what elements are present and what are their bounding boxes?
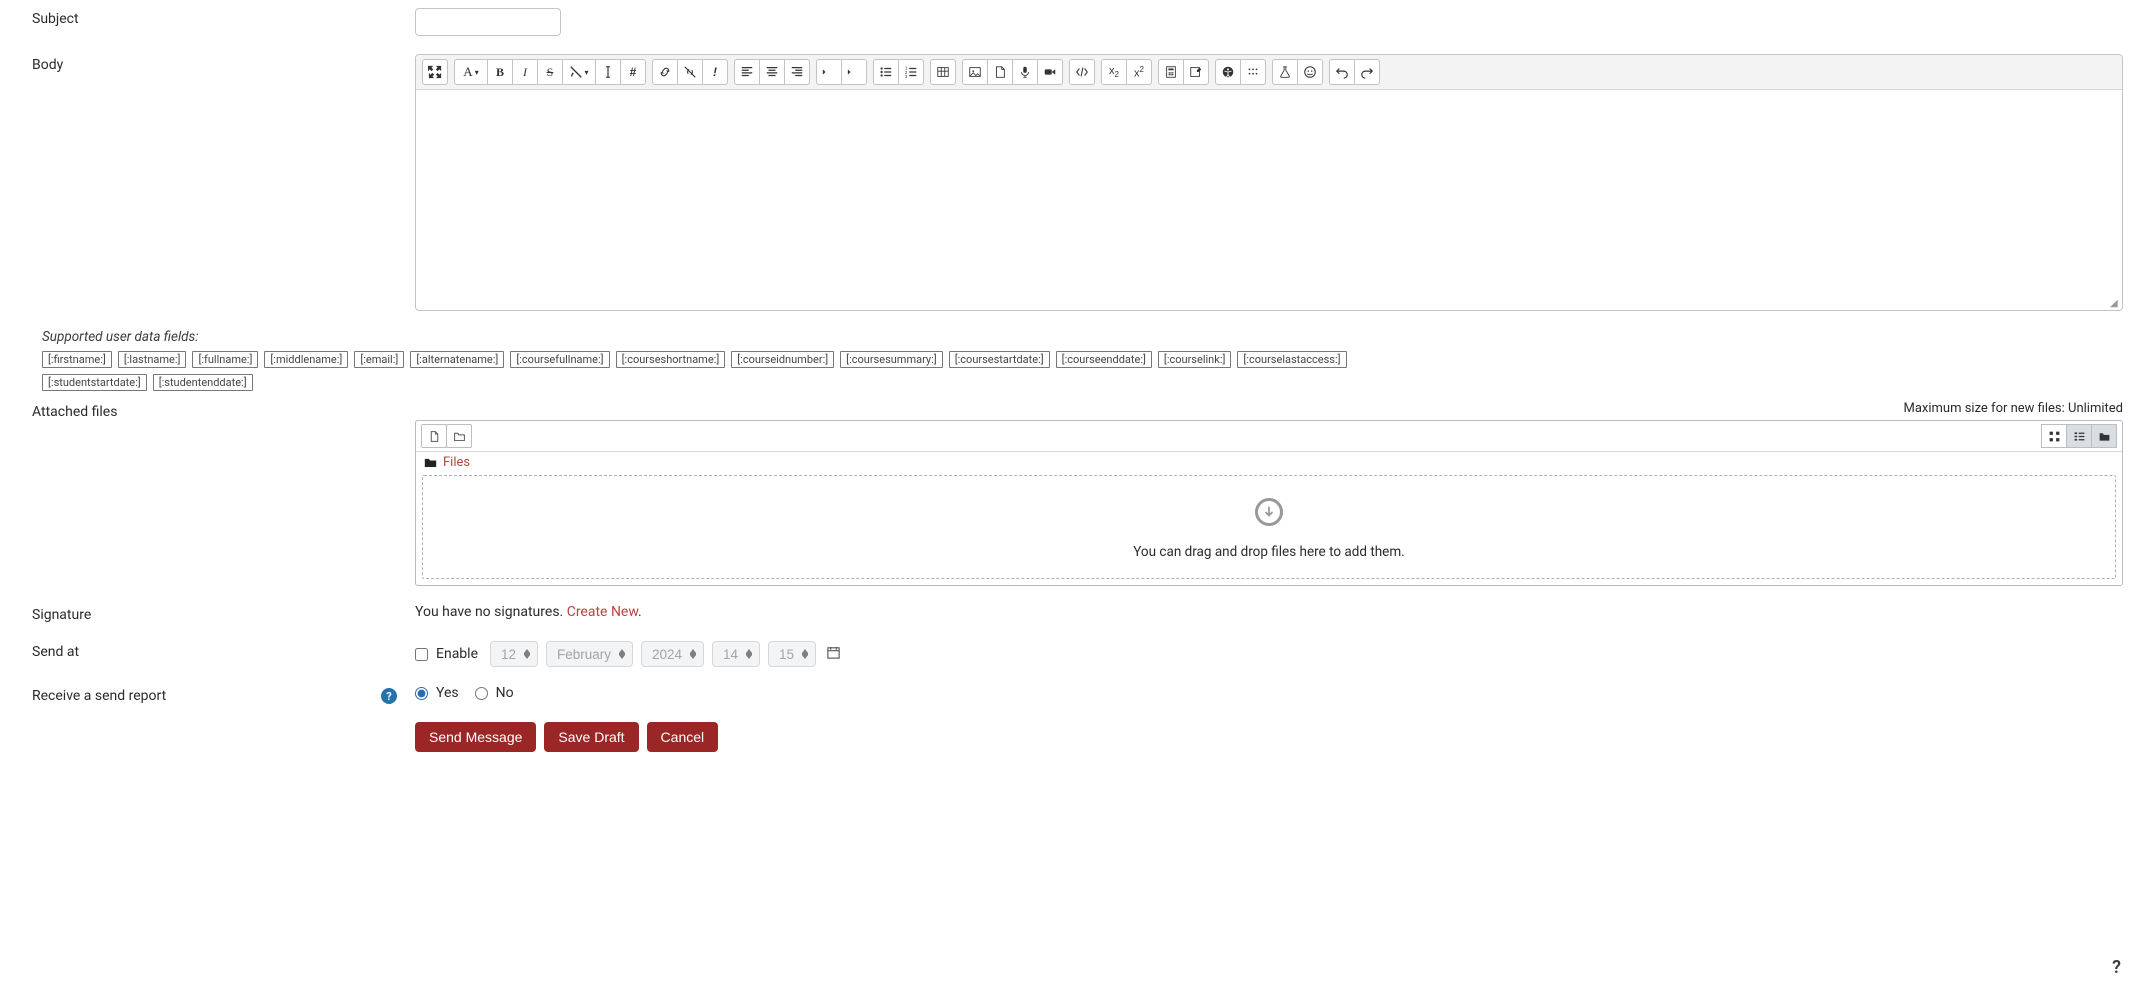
token-email[interactable]: [:email:]	[354, 351, 404, 368]
microphone-icon[interactable]	[1012, 59, 1038, 85]
token-lastname[interactable]: [:lastname:]	[118, 351, 187, 368]
no-label: No	[496, 685, 514, 701]
svg-text:3: 3	[905, 74, 908, 79]
subject-label: Subject	[32, 8, 415, 27]
view-grid-icon[interactable]	[2041, 424, 2067, 448]
text-color-icon[interactable]: ▾	[562, 59, 596, 85]
table-icon[interactable]	[930, 59, 956, 85]
ordered-list-icon[interactable]: 123	[898, 59, 924, 85]
emoji-icon[interactable]	[1297, 59, 1323, 85]
superscript-icon[interactable]: x2	[1126, 59, 1152, 85]
view-list-icon[interactable]	[2066, 424, 2092, 448]
token-coursestartdate[interactable]: [:coursestartdate:]	[949, 351, 1050, 368]
help-icon[interactable]: ?	[381, 688, 397, 704]
files-breadcrumb-link[interactable]: Files	[443, 455, 470, 470]
cancel-button[interactable]: Cancel	[647, 722, 719, 752]
token-row: [:firstname:] [:lastname:] [:fullname:] …	[42, 351, 2123, 368]
link-icon[interactable]	[652, 59, 678, 85]
redo-icon[interactable]	[1354, 59, 1380, 85]
send-message-button[interactable]: Send Message	[415, 722, 536, 752]
hour-select[interactable]: 14	[712, 641, 760, 667]
align-left-icon[interactable]	[734, 59, 760, 85]
token-coursesummary[interactable]: [:coursesummary:]	[840, 351, 943, 368]
save-draft-button[interactable]: Save Draft	[544, 722, 638, 752]
fullscreen-icon[interactable]	[422, 59, 448, 85]
editor-toolbar: A▾ B I S ▾ # !	[416, 55, 2122, 90]
italic-icon[interactable]: I	[512, 59, 538, 85]
undo-icon[interactable]	[1329, 59, 1355, 85]
supported-fields-label: Supported user data fields:	[42, 329, 2123, 345]
strikethrough-icon[interactable]: S	[537, 59, 563, 85]
token-fullname[interactable]: [:fullname:]	[192, 351, 258, 368]
text-cursor-icon[interactable]	[595, 59, 621, 85]
subscript-icon[interactable]: x2	[1101, 59, 1127, 85]
bullet-list-icon[interactable]	[873, 59, 899, 85]
attached-files-label: Attached files	[32, 401, 415, 420]
align-center-icon[interactable]	[759, 59, 785, 85]
grid-dots-icon[interactable]	[1240, 59, 1266, 85]
video-icon[interactable]	[1037, 59, 1063, 85]
bold-icon[interactable]: B	[487, 59, 513, 85]
token-row-2: [:studentstartdate:] [:studentenddate:]	[42, 374, 2123, 391]
signature-label: Signature	[32, 604, 415, 623]
editor-body[interactable]: ◢	[416, 90, 2122, 310]
flask-icon[interactable]	[1272, 59, 1298, 85]
help-bubble-icon[interactable]: ?	[2112, 957, 2121, 978]
enable-label: Enable	[436, 646, 478, 662]
file-picker: Files You can drag and drop files here t…	[415, 420, 2123, 586]
token-studentstartdate[interactable]: [:studentstartdate:]	[42, 374, 147, 391]
token-courseshortname[interactable]: [:courseshortname:]	[616, 351, 726, 368]
add-file-icon[interactable]	[421, 424, 447, 448]
yes-label: Yes	[436, 685, 459, 701]
year-select[interactable]: 2024	[641, 641, 704, 667]
edit-icon[interactable]	[1183, 59, 1209, 85]
font-family-icon[interactable]: A▾	[454, 59, 488, 85]
token-courseenddate[interactable]: [:courseenddate:]	[1056, 351, 1152, 368]
unlink-icon[interactable]	[677, 59, 703, 85]
month-select[interactable]: February	[546, 641, 633, 667]
report-yes-radio[interactable]	[415, 687, 428, 700]
body-label: Body	[32, 54, 415, 73]
hash-icon[interactable]: #	[620, 59, 646, 85]
calendar-icon[interactable]	[824, 643, 843, 665]
token-firstname[interactable]: [:firstname:]	[42, 351, 112, 368]
token-studentenddate[interactable]: [:studentenddate:]	[153, 374, 253, 391]
rich-text-editor: A▾ B I S ▾ # !	[415, 54, 2123, 311]
code-icon[interactable]	[1069, 59, 1095, 85]
file-icon[interactable]	[987, 59, 1013, 85]
token-courselastaccess[interactable]: [:courselastaccess:]	[1237, 351, 1346, 368]
token-alternatename[interactable]: [:alternatename:]	[410, 351, 504, 368]
image-icon[interactable]	[962, 59, 988, 85]
download-arrow-icon	[1255, 498, 1283, 526]
create-folder-icon[interactable]	[446, 424, 472, 448]
max-size-text: Maximum size for new files: Unlimited	[415, 401, 2123, 416]
subject-input[interactable]	[415, 8, 561, 36]
report-no-radio[interactable]	[475, 687, 488, 700]
folder-icon	[424, 457, 437, 468]
token-courselink[interactable]: [:courselink:]	[1158, 351, 1232, 368]
create-signature-link[interactable]: Create New	[567, 604, 638, 620]
token-middlename[interactable]: [:middlename:]	[264, 351, 348, 368]
calculator-icon[interactable]	[1158, 59, 1184, 85]
accessibility-icon[interactable]	[1215, 59, 1241, 85]
enable-checkbox[interactable]	[415, 648, 428, 661]
warning-icon[interactable]: !	[702, 59, 728, 85]
receive-report-label: Receive a send report	[32, 688, 166, 704]
view-tree-icon[interactable]	[2091, 424, 2117, 448]
signature-text: You have no signatures.	[415, 604, 567, 620]
minute-select[interactable]: 15	[768, 641, 816, 667]
indent-icon[interactable]	[841, 59, 867, 85]
dropzone-text: You can drag and drop files here to add …	[433, 544, 2105, 560]
file-dropzone[interactable]: You can drag and drop files here to add …	[422, 475, 2116, 579]
day-select[interactable]: 12	[490, 641, 538, 667]
align-right-icon[interactable]	[784, 59, 810, 85]
resize-handle-icon[interactable]: ◢	[2110, 298, 2120, 308]
token-coursefullname[interactable]: [:coursefullname:]	[510, 351, 609, 368]
outdent-icon[interactable]	[816, 59, 842, 85]
token-courseidnumber[interactable]: [:courseidnumber:]	[731, 351, 834, 368]
send-at-label: Send at	[32, 641, 415, 660]
